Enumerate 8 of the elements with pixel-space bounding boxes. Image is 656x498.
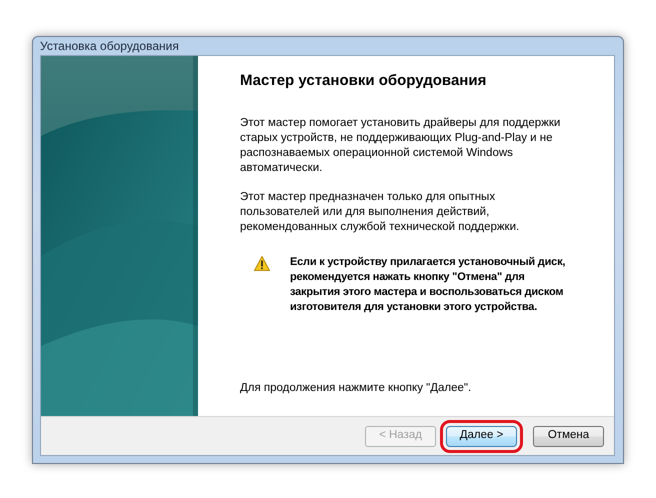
warning-text: Если к устройству прилагается установочный диск, рекомендуется нажать кнопку "Отмена" для закрытия этого мастера и воспользоваться диском изготовителя для установки этого устройства. — [290, 255, 566, 315]
window-title: Установка оборудования — [40, 38, 179, 55]
description-text: Этот мастер предназначен только для опытных пользователей или для выполнения действий, рекомендованных службой технической поддержки. — [240, 190, 520, 235]
warning-icon — [254, 256, 270, 271]
cancel-button[interactable]: Отмена — [533, 426, 604, 446]
instruction-text: Для продолжения нажмите кнопку "Далее". — [240, 381, 472, 396]
wizard-heading: Мастер установки оборудования — [240, 72, 488, 90]
description-text: Этот мастер помогает установить драйверы для поддержки старых устройств, не поддерживающих Plug-and-Play и не распознаваемых операционной системой Windows автоматически. — [240, 116, 562, 176]
